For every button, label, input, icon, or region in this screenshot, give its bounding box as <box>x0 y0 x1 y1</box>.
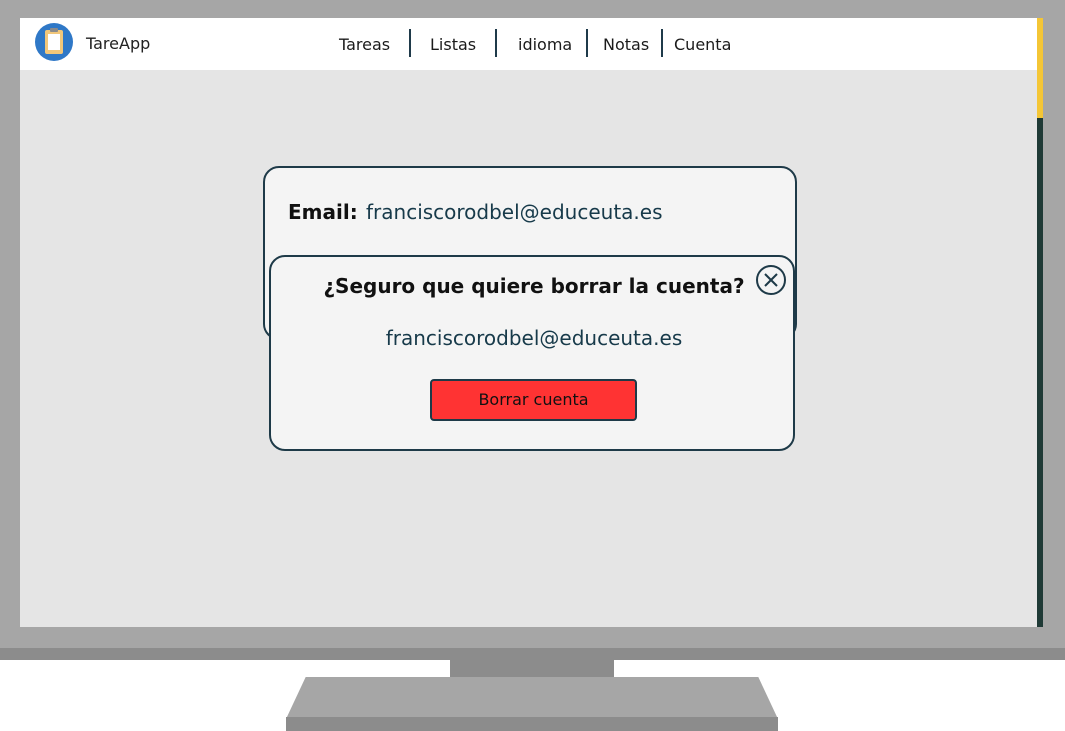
nav-separator <box>586 29 588 57</box>
scrollbar[interactable] <box>1037 18 1043 627</box>
email-label: Email: <box>288 200 358 224</box>
dialog-title: ¿Seguro que quiere borrar la cuenta? <box>323 274 745 298</box>
top-navbar: TareApp Tareas Listas idioma Notas Cuent… <box>20 18 1037 70</box>
nav-item-cuenta[interactable]: Cuenta <box>674 35 731 55</box>
nav-separator <box>495 29 497 57</box>
nav-item-tareas[interactable]: Tareas <box>339 35 390 55</box>
email-value: franciscorodbel@educeuta.es <box>366 200 663 224</box>
screen: TareApp Tareas Listas idioma Notas Cuent… <box>20 18 1037 627</box>
app-logo-icon[interactable] <box>35 23 73 61</box>
delete-account-dialog: ¿Seguro que quiere borrar la cuenta? fra… <box>269 255 795 451</box>
nav-separator <box>409 29 411 57</box>
monitor-bezel-bottom <box>0 648 1065 660</box>
monitor-stand-foot <box>286 717 778 731</box>
scrollbar-thumb[interactable] <box>1037 18 1043 118</box>
nav-item-idioma[interactable]: idioma <box>518 35 572 55</box>
nav-separator <box>661 29 663 57</box>
monitor-stand-base <box>286 677 778 719</box>
delete-account-button[interactable]: Borrar cuenta <box>430 379 637 421</box>
app-name: TareApp <box>86 34 151 53</box>
nav-item-listas[interactable]: Listas <box>430 35 476 55</box>
dialog-email: franciscorodbel@educeuta.es <box>385 326 683 350</box>
nav-item-notas[interactable]: Notas <box>603 35 649 55</box>
